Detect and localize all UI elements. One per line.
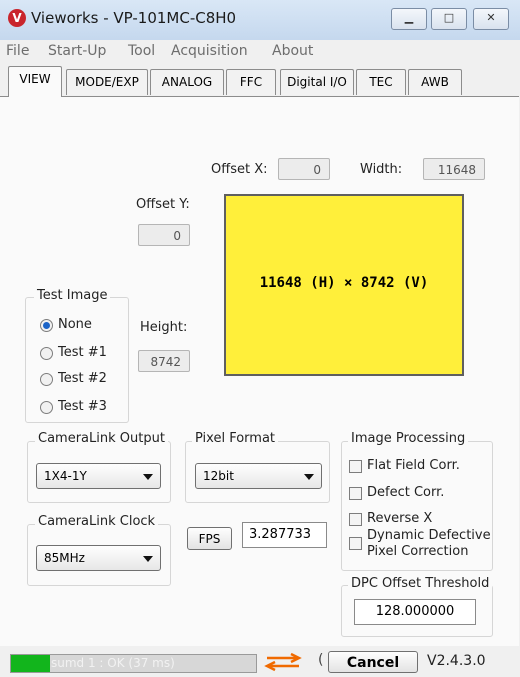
offset-y-field[interactable]: 0: [138, 224, 190, 246]
radio-label: None: [58, 317, 92, 332]
checkbox-label: Reverse X: [367, 511, 433, 526]
radio-label: Test #3: [58, 399, 107, 414]
tab-digital-io[interactable]: Digital I/O: [280, 69, 354, 95]
menu-about[interactable]: About: [272, 43, 313, 59]
cameralink-clock-value: 85MHz: [44, 551, 85, 565]
chevron-down-icon: [143, 474, 153, 480]
cameralink-output-value: 1X4-1Y: [44, 469, 87, 483]
test-image-title: Test Image: [34, 288, 111, 303]
radio-icon: [40, 401, 53, 414]
progress-fill: [11, 655, 51, 672]
minimize-button[interactable]: ▁: [391, 8, 427, 30]
tab-mode-exp[interactable]: MODE/EXP: [66, 69, 148, 95]
offset-y-label: Offset Y:: [136, 197, 190, 212]
menu-tool[interactable]: Tool: [128, 43, 155, 59]
checkbox-icon: [349, 537, 362, 550]
checkbox-icon: [349, 513, 362, 526]
chevron-down-icon: [143, 556, 153, 562]
height-label: Height:: [140, 320, 188, 335]
maximize-icon: □: [443, 11, 455, 24]
radio-selected-icon: [40, 319, 53, 332]
height-field[interactable]: 8742: [138, 350, 190, 372]
chevron-down-icon: [304, 474, 314, 480]
pixel-format-value: 12bit: [203, 469, 234, 483]
roi-preview-text: 11648 (H) × 8742 (V): [259, 275, 429, 291]
cameralink-clock-select[interactable]: 85MHz: [36, 545, 161, 571]
cameralink-clock-title: CameraLink Clock: [35, 514, 159, 529]
checkbox-icon: [349, 460, 362, 473]
progress-text: sumd 1 : OK (37 ms): [51, 656, 175, 670]
checkbox-icon: [349, 487, 362, 500]
pixel-format-title: Pixel Format: [192, 431, 279, 446]
tab-awb[interactable]: AWB: [408, 69, 462, 95]
tab-tec[interactable]: TEC: [356, 69, 406, 95]
cancel-button[interactable]: Cancel: [328, 651, 418, 673]
window-title: Vieworks - VP-101MC-C8H0: [31, 9, 237, 27]
checkbox-label: Defect Corr.: [367, 485, 445, 500]
close-icon: ✕: [486, 11, 496, 24]
dpc-value-field[interactable]: 128.000000: [354, 599, 476, 625]
radio-label: Test #2: [58, 371, 107, 386]
roi-preview: 11648 (H) × 8742 (V): [224, 194, 464, 376]
app-logo-icon: V: [8, 9, 26, 27]
tab-view[interactable]: VIEW: [8, 66, 62, 97]
title-bar: V Vieworks - VP-101MC-C8H0 ▁ □ ✕: [0, 0, 520, 40]
fps-button[interactable]: FPS: [187, 527, 232, 550]
close-button[interactable]: ✕: [473, 8, 509, 30]
menu-file[interactable]: File: [6, 43, 29, 59]
separator: (: [318, 652, 324, 668]
radio-icon: [40, 373, 53, 386]
radio-icon: [40, 347, 53, 360]
width-label: Width:: [360, 162, 403, 177]
progress-bar: sumd 1 : OK (37 ms): [10, 654, 257, 673]
fps-value-field[interactable]: 3.287733: [242, 522, 327, 548]
cameralink-output-select[interactable]: 1X4-1Y: [36, 463, 161, 489]
tab-analog[interactable]: ANALOG: [150, 69, 224, 95]
width-field[interactable]: 11648: [423, 158, 485, 180]
menu-bar: File Start-Up Tool Acquisition About: [0, 40, 520, 64]
minimize-icon: ▁: [404, 11, 414, 24]
checkbox-label: Dynamic Defective: [367, 528, 491, 543]
menu-acquisition[interactable]: Acquisition: [171, 43, 248, 59]
image-processing-title: Image Processing: [348, 431, 469, 446]
offset-x-field[interactable]: 0: [278, 158, 330, 180]
tab-ffc[interactable]: FFC: [226, 69, 276, 95]
checkbox-label: Flat Field Corr.: [367, 458, 460, 473]
menu-start-up[interactable]: Start-Up: [48, 43, 106, 59]
cameralink-output-title: CameraLink Output: [35, 431, 168, 446]
maximize-button[interactable]: □: [431, 8, 467, 30]
checkbox-label: Pixel Correction: [367, 544, 469, 559]
tab-strip: VIEW MODE/EXP ANALOG FFC Digital I/O TEC…: [0, 64, 520, 97]
dpc-title: DPC Offset Threshold: [348, 576, 493, 591]
transfer-arrows-icon: [263, 652, 303, 672]
status-bar: sumd 1 : OK (37 ms) ( Cancel V2.4.3.0: [0, 646, 520, 677]
pixel-format-select[interactable]: 12bit: [195, 463, 322, 489]
version-label: V2.4.3.0: [427, 653, 486, 669]
radio-label: Test #1: [58, 345, 107, 360]
offset-x-label: Offset X:: [211, 162, 268, 177]
